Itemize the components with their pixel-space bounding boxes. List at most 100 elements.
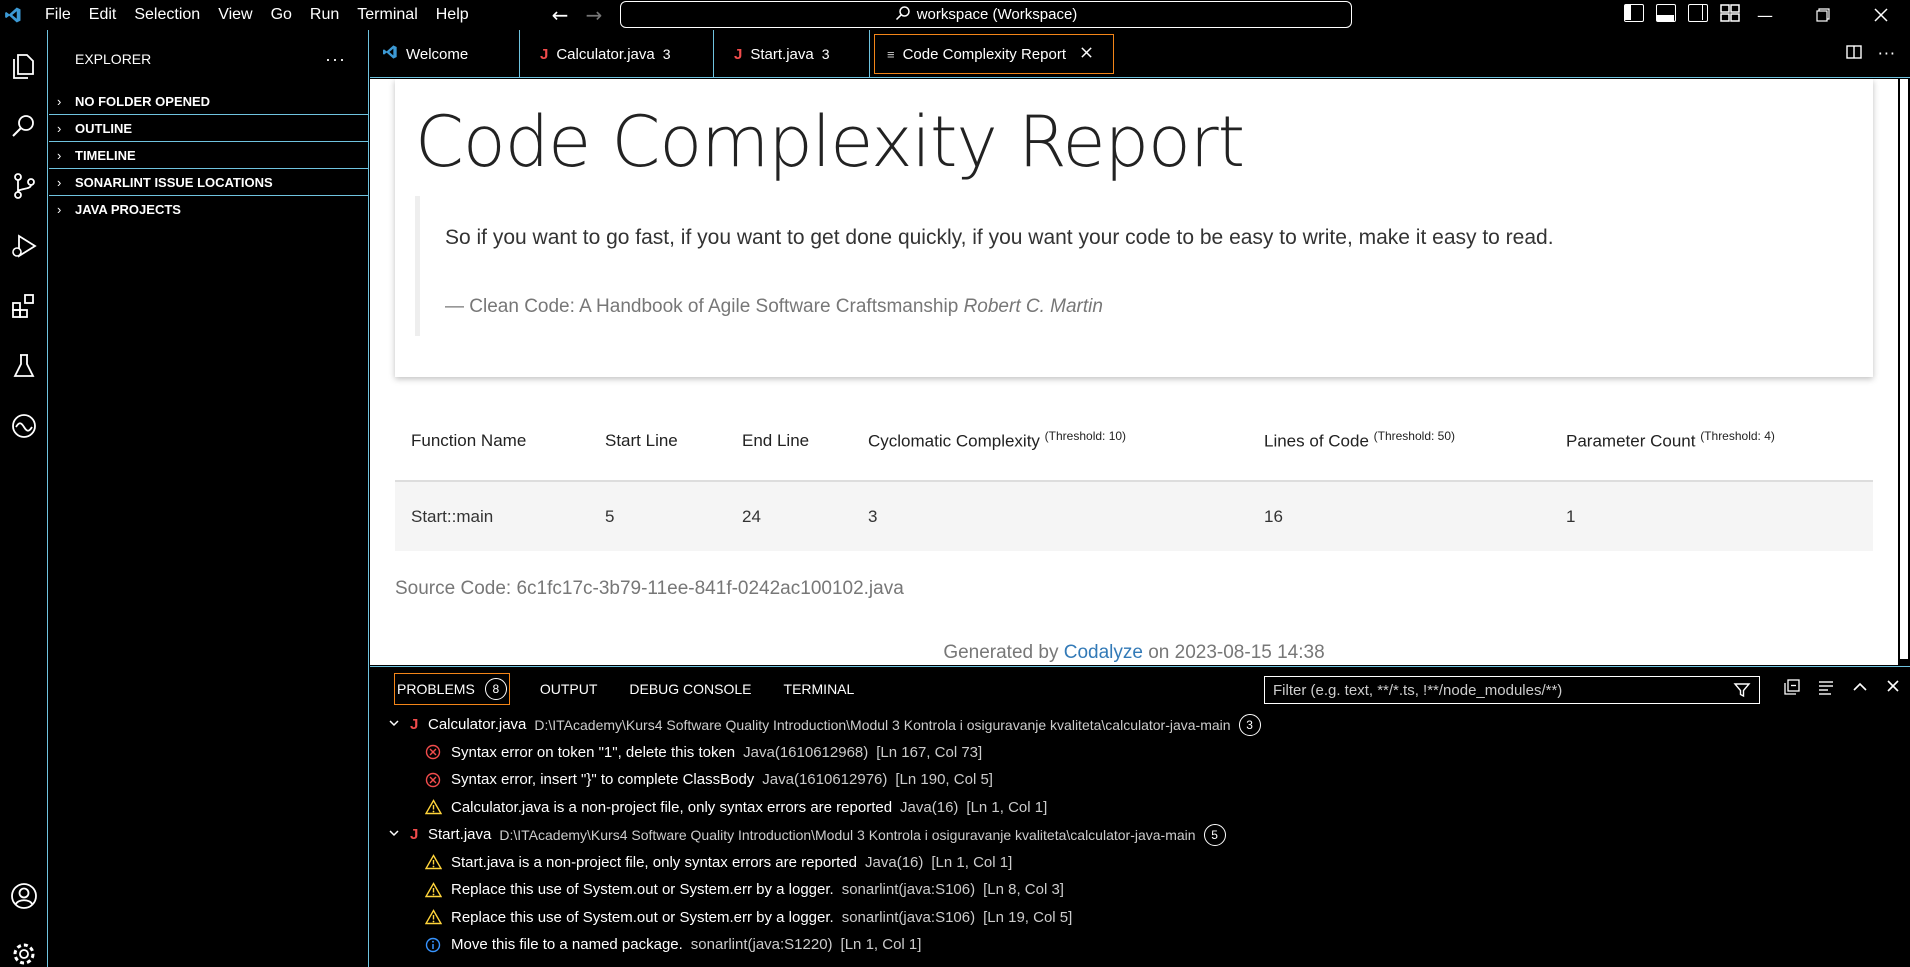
tab-label: Start.java	[750, 45, 814, 63]
close-tab-icon[interactable]	[1080, 46, 1093, 63]
quote-block: So if you want to go fast, if you want t…	[415, 196, 1835, 336]
toggle-secondary-sidebar-icon[interactable]	[1688, 4, 1708, 22]
chevron-right-icon: ›	[57, 174, 62, 190]
tab-label: Welcome	[406, 45, 469, 63]
section-no-folder-opened[interactable]: › NO FOLDER OPENED	[49, 88, 368, 115]
problem-source: sonarlint(java:S106)	[841, 908, 976, 926]
list-item[interactable]: Replace this use of System.out or System…	[370, 876, 1910, 904]
menu-terminal[interactable]: Terminal	[348, 0, 426, 30]
extensions-icon[interactable]	[6, 288, 42, 324]
chevron-down-icon	[388, 826, 410, 843]
tab-debug-console[interactable]: DEBUG CONSOLE	[627, 677, 753, 701]
list-item[interactable]: Calculator.java is a non-project file, o…	[370, 794, 1910, 822]
problem-message: Move this file to a named package.	[451, 936, 683, 954]
scrollbar-thumb[interactable]	[1900, 79, 1908, 659]
accounts-icon[interactable]	[6, 878, 42, 914]
source-code-label: Source Code: 6c1fc17c-3b79-11ee-841f-024…	[395, 578, 904, 599]
table-header-row: Function Name Start Line End Line Cyclom…	[395, 401, 1873, 482]
back-arrow-icon[interactable]: ←	[546, 3, 574, 27]
minimize-icon[interactable]: —	[1736, 0, 1794, 30]
problem-message: Start.java is a non-project file, only s…	[451, 853, 858, 871]
command-center-search[interactable]: workspace (Workspace)	[620, 1, 1352, 28]
collapse-all-icon[interactable]	[1784, 679, 1800, 700]
problem-location: [Ln 1, Col 1]	[931, 853, 1013, 871]
tab-calculator-java[interactable]: J Calculator.java 3	[520, 30, 714, 78]
quote-text: So if you want to go fast, if you want t…	[445, 226, 1554, 249]
warning-icon	[425, 881, 451, 898]
source-control-icon[interactable]	[6, 168, 42, 204]
maximize-panel-icon[interactable]	[1852, 679, 1868, 700]
search-icon[interactable]	[6, 108, 42, 144]
problem-count-badge: 8	[484, 678, 507, 700]
toggle-primary-sidebar-icon[interactable]	[1624, 4, 1644, 22]
java-file-icon: J	[410, 716, 419, 734]
settings-gear-icon[interactable]	[6, 936, 42, 967]
codalyze-link[interactable]: Codalyze	[1064, 642, 1143, 663]
list-item[interactable]: Move this file to a named package. sonar…	[370, 931, 1910, 959]
tab-terminal[interactable]: TERMINAL	[782, 677, 857, 701]
menu-view[interactable]: View	[209, 0, 261, 30]
col-end-line: End Line	[726, 401, 852, 482]
menu-file[interactable]: File	[36, 0, 80, 30]
col-function-name: Function Name	[395, 401, 589, 482]
info-icon	[425, 937, 451, 953]
tab-start-java[interactable]: J Start.java 3	[714, 30, 870, 78]
filter-funnel-icon[interactable]	[1733, 681, 1751, 703]
error-icon	[425, 772, 451, 788]
section-java-projects[interactable]: › JAVA PROJECTS	[49, 196, 368, 223]
vscode-logo-icon	[0, 0, 26, 30]
java-file-icon: J	[540, 45, 549, 63]
problem-location: [Ln 8, Col 3]	[983, 881, 1064, 899]
threshold-label: (Threshold: 10)	[1044, 429, 1127, 444]
tab-problems[interactable]: PROBLEMS 8	[394, 673, 510, 705]
testing-flask-icon[interactable]	[6, 348, 42, 384]
section-outline[interactable]: › OUTLINE	[49, 115, 368, 142]
tab-welcome[interactable]: Welcome	[370, 30, 520, 78]
run-debug-icon[interactable]	[6, 228, 42, 264]
problems-filter-input[interactable]: Filter (e.g. text, **/*.ts, !**/node_mod…	[1264, 676, 1760, 704]
list-item[interactable]: Start.java is a non-project file, only s…	[370, 849, 1910, 877]
menu-run[interactable]: Run	[301, 0, 348, 30]
problem-file-start[interactable]: J Start.java D:\ITAcademy\Kurs4 Software…	[370, 821, 1910, 849]
list-item[interactable]: Syntax error on token "1", delete this t…	[370, 739, 1910, 767]
java-file-icon: J	[410, 826, 419, 844]
forward-arrow-icon[interactable]: →	[580, 3, 608, 27]
toggle-panel-icon[interactable]	[1656, 4, 1676, 22]
word-wrap-icon[interactable]	[1818, 679, 1834, 700]
restore-icon[interactable]	[1794, 0, 1852, 30]
problem-location: [Ln 19, Col 5]	[983, 908, 1073, 926]
file-name: Calculator.java	[428, 716, 527, 734]
cell-lines-of-code: 16	[1248, 481, 1550, 551]
menu-help[interactable]: Help	[427, 0, 478, 30]
menu-selection[interactable]: Selection	[125, 0, 209, 30]
editor-scrollbar[interactable]	[1898, 79, 1910, 665]
list-item[interactable]: Syntax error, insert "}" to complete Cla…	[370, 766, 1910, 794]
more-actions-icon[interactable]: ···	[325, 49, 346, 70]
list-item[interactable]: Replace this use of System.out or System…	[370, 904, 1910, 932]
section-timeline[interactable]: › TIMELINE	[49, 142, 368, 169]
problem-file-calculator[interactable]: J Calculator.java D:\ITAcademy\Kurs4 Sof…	[370, 711, 1910, 739]
cell-parameter-count: 1	[1550, 481, 1873, 551]
problem-message: Syntax error on token "1", delete this t…	[451, 743, 736, 761]
close-panel-icon[interactable]	[1886, 679, 1900, 700]
chevron-right-icon: ›	[57, 147, 62, 163]
split-editor-icon[interactable]	[1846, 44, 1862, 64]
file-name: Start.java	[428, 826, 492, 844]
tab-label: Code Complexity Report	[902, 45, 1066, 63]
warning-icon	[425, 854, 451, 870]
sonarlint-icon[interactable]	[6, 408, 42, 444]
search-label: workspace (Workspace)	[916, 6, 1078, 23]
menu-go[interactable]: Go	[262, 0, 301, 30]
tab-code-complexity-report[interactable]: ≡ Code Complexity Report	[874, 34, 1114, 74]
problem-source: Java(1610612976)	[762, 771, 888, 789]
section-sonarlint-issue-locations[interactable]: › SONARLINT ISSUE LOCATIONS	[49, 169, 368, 196]
close-window-icon[interactable]	[1852, 0, 1910, 30]
menu-edit[interactable]: Edit	[80, 0, 126, 30]
explorer-files-icon[interactable]	[6, 48, 42, 84]
problem-source: sonarlint(java:S1220)	[690, 936, 833, 954]
tab-label: Calculator.java	[556, 45, 655, 63]
tab-output[interactable]: OUTPUT	[538, 677, 600, 701]
report-webview: Code Complexity Report So if you want to…	[370, 79, 1898, 665]
title-bar: File Edit Selection View Go Run Terminal…	[0, 0, 1910, 30]
more-actions-icon[interactable]: ···	[1878, 44, 1896, 63]
